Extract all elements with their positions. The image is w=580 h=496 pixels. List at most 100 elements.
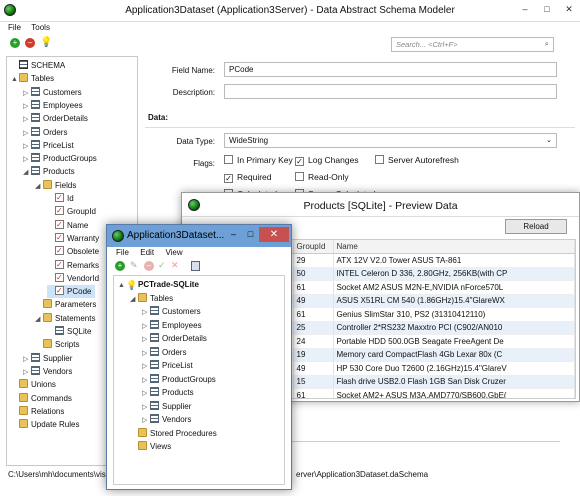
flag-server-autorefresh[interactable]: Server Autorefresh xyxy=(375,155,459,165)
table-cell[interactable]: Flash drive USB2.0 Flash 1GB San Disk Cr… xyxy=(333,375,575,389)
search-icon[interactable]: ⌕ xyxy=(545,39,549,49)
tree-item[interactable]: Unions xyxy=(11,378,56,391)
explorer-tree-item[interactable]: ▷ Vendors xyxy=(142,413,191,427)
tree-expand-arrow[interactable]: ▷ xyxy=(23,153,31,166)
tree-expand-arrow[interactable]: ▷ xyxy=(142,306,150,320)
flag-in-primary-key[interactable]: In Primary Key xyxy=(224,155,293,165)
explorer-menu-file[interactable]: File xyxy=(116,248,129,257)
tree-expand-arrow[interactable]: ▷ xyxy=(142,360,150,374)
tree-item[interactable]: ▷ OrderDetails xyxy=(23,112,88,125)
menu-file[interactable]: File xyxy=(8,23,21,32)
tree-item[interactable]: ▷ Supplier xyxy=(23,352,72,365)
remove-icon[interactable]: – xyxy=(25,38,35,48)
explorer-tree-item[interactable]: ▷ Supplier xyxy=(142,400,191,414)
tree-item[interactable]: Warranty xyxy=(47,231,99,245)
tree-item[interactable]: ▲ Tables xyxy=(11,72,54,85)
tree-expand-arrow[interactable]: ◢ xyxy=(23,166,31,179)
table-icon[interactable] xyxy=(191,261,200,271)
table-cell[interactable]: Genius SlimStar 310, PS2 (31310412110) xyxy=(333,307,575,322)
cancel-icon[interactable]: ✕ xyxy=(171,260,179,271)
tree-expand-arrow[interactable]: ◢ xyxy=(35,313,43,326)
explorer-tree-item[interactable]: ▲💡PCTrade-SQLite xyxy=(118,278,199,292)
explorer-tree-item[interactable]: ▷ Employees xyxy=(142,319,202,333)
add-icon[interactable]: + xyxy=(10,38,20,48)
tree-expand-arrow[interactable]: ◢ xyxy=(130,293,138,307)
checkbox-in-primary-key[interactable] xyxy=(224,155,233,164)
table-cell[interactable]: 24 xyxy=(293,334,334,349)
table-cell[interactable]: ASUS X51RL CM 540 (1.86GHz)15.4"GlareWX xyxy=(333,294,575,308)
explorer-tree-item[interactable]: ▷ ProductGroups xyxy=(142,373,216,387)
table-cell[interactable]: 49 xyxy=(293,294,334,308)
table-cell[interactable]: 61 xyxy=(293,307,334,322)
explorer-maximize-button[interactable]: □ xyxy=(242,227,259,242)
explorer-menu-edit[interactable]: Edit xyxy=(140,248,154,257)
field-name-input[interactable]: PCode xyxy=(224,62,557,77)
tree-expand-arrow[interactable]: ▷ xyxy=(142,401,150,415)
tree-item[interactable]: Id xyxy=(47,191,74,205)
tree-expand-arrow[interactable]: ▷ xyxy=(23,127,31,140)
explorer-tree-item[interactable]: ▷ Orders xyxy=(142,346,186,360)
tree-item[interactable]: GroupId xyxy=(47,204,96,218)
check-icon[interactable]: ✓ xyxy=(158,260,166,271)
explorer-tree-item[interactable]: Stored Procedures xyxy=(130,427,217,441)
tree-item[interactable]: Update Rules xyxy=(11,418,79,431)
lightbulb-icon[interactable]: 💡 xyxy=(40,37,52,49)
table-cell[interactable]: ATX 12V V2.0 Tower ASUS TA-861 xyxy=(333,253,575,268)
tree-item[interactable]: Relations xyxy=(11,405,64,418)
tree-item[interactable]: ◢ Fields xyxy=(35,179,76,192)
tree-item[interactable]: ▷ Vendors xyxy=(23,365,72,378)
explorer-close-button[interactable]: ✕ xyxy=(259,227,289,242)
checkbox-log-changes[interactable]: ✓ xyxy=(295,157,304,166)
tree-item[interactable]: Name xyxy=(47,218,88,232)
tree-item[interactable]: Remarks xyxy=(47,258,99,272)
add-icon[interactable]: + xyxy=(115,261,125,271)
explorer-minimize-button[interactable]: – xyxy=(225,227,242,242)
tree-expand-arrow[interactable]: ▷ xyxy=(23,87,31,100)
tree-item[interactable]: ▷ Orders xyxy=(23,126,67,139)
flag-required[interactable]: ✓ Required xyxy=(224,172,272,183)
table-cell[interactable]: Portable HDD 500.0GB Seagate FreeAgent D… xyxy=(333,334,575,349)
checkbox-server-autorefresh[interactable] xyxy=(375,155,384,164)
tree-item[interactable]: VendorId xyxy=(47,271,99,285)
tree-expand-arrow[interactable]: ▷ xyxy=(142,414,150,428)
description-input[interactable] xyxy=(224,84,557,99)
checkbox-read-only[interactable] xyxy=(295,172,304,181)
explorer-tree-item[interactable]: ◢ Tables xyxy=(130,292,173,306)
tree-item[interactable]: Obsolete xyxy=(47,244,99,258)
data-type-select[interactable]: WideString ⌄ xyxy=(224,133,557,148)
tree-expand-arrow[interactable]: ▷ xyxy=(23,353,31,366)
tree-item[interactable]: Parameters xyxy=(35,298,96,311)
maximize-button[interactable]: □ xyxy=(537,2,557,16)
tree-expand-arrow[interactable]: ◢ xyxy=(35,180,43,193)
tree-expand-arrow[interactable]: ▷ xyxy=(142,333,150,347)
table-cell[interactable]: 50 xyxy=(293,267,334,281)
tree-item[interactable]: ▷ Customers xyxy=(23,86,82,99)
explorer-tree-item[interactable]: ▷ Customers xyxy=(142,305,201,319)
tree-expand-arrow[interactable]: ▷ xyxy=(142,320,150,334)
table-cell[interactable]: 19 xyxy=(293,348,334,362)
explorer-tree-item[interactable]: ▷ PriceList xyxy=(142,359,193,373)
explorer-tree-item[interactable]: ▷ Products xyxy=(142,386,194,400)
table-cell[interactable]: 61 xyxy=(293,388,334,398)
tree-item[interactable]: ◢ Products xyxy=(23,165,75,178)
tree-item[interactable]: ◢ Statements xyxy=(35,312,95,325)
table-cell[interactable]: HP 530 Core Duo T2600 (2.16GHz)15.4"Glar… xyxy=(333,361,575,376)
table-cell[interactable]: 29 xyxy=(293,253,334,268)
column-header-name[interactable]: Name xyxy=(333,240,575,254)
tree-item[interactable]: ▷ PriceList xyxy=(23,139,74,152)
tree-expand-arrow[interactable]: ▷ xyxy=(142,374,150,388)
table-cell[interactable]: 49 xyxy=(293,361,334,376)
tree-item[interactable]: SCHEMA xyxy=(11,59,65,72)
tree-expand-arrow[interactable]: ▲ xyxy=(118,279,126,293)
checkbox-required[interactable]: ✓ xyxy=(224,174,233,183)
tree-item[interactable]: Scripts xyxy=(35,338,79,351)
table-cell[interactable]: Controller 2*RS232 Maxxtro PCI (C902/AN0… xyxy=(333,321,575,335)
tree-item[interactable]: ▷ Employees xyxy=(23,99,83,112)
tree-item[interactable]: SQLite xyxy=(47,325,91,338)
tree-expand-arrow[interactable]: ▷ xyxy=(142,387,150,401)
tree-item[interactable]: Commands xyxy=(11,392,72,405)
tree-expand-arrow[interactable]: ▲ xyxy=(11,73,19,86)
tree-expand-arrow[interactable]: ▷ xyxy=(23,140,31,153)
flag-log-changes[interactable]: ✓ Log Changes xyxy=(295,155,359,166)
remove-icon[interactable]: – xyxy=(144,261,154,271)
